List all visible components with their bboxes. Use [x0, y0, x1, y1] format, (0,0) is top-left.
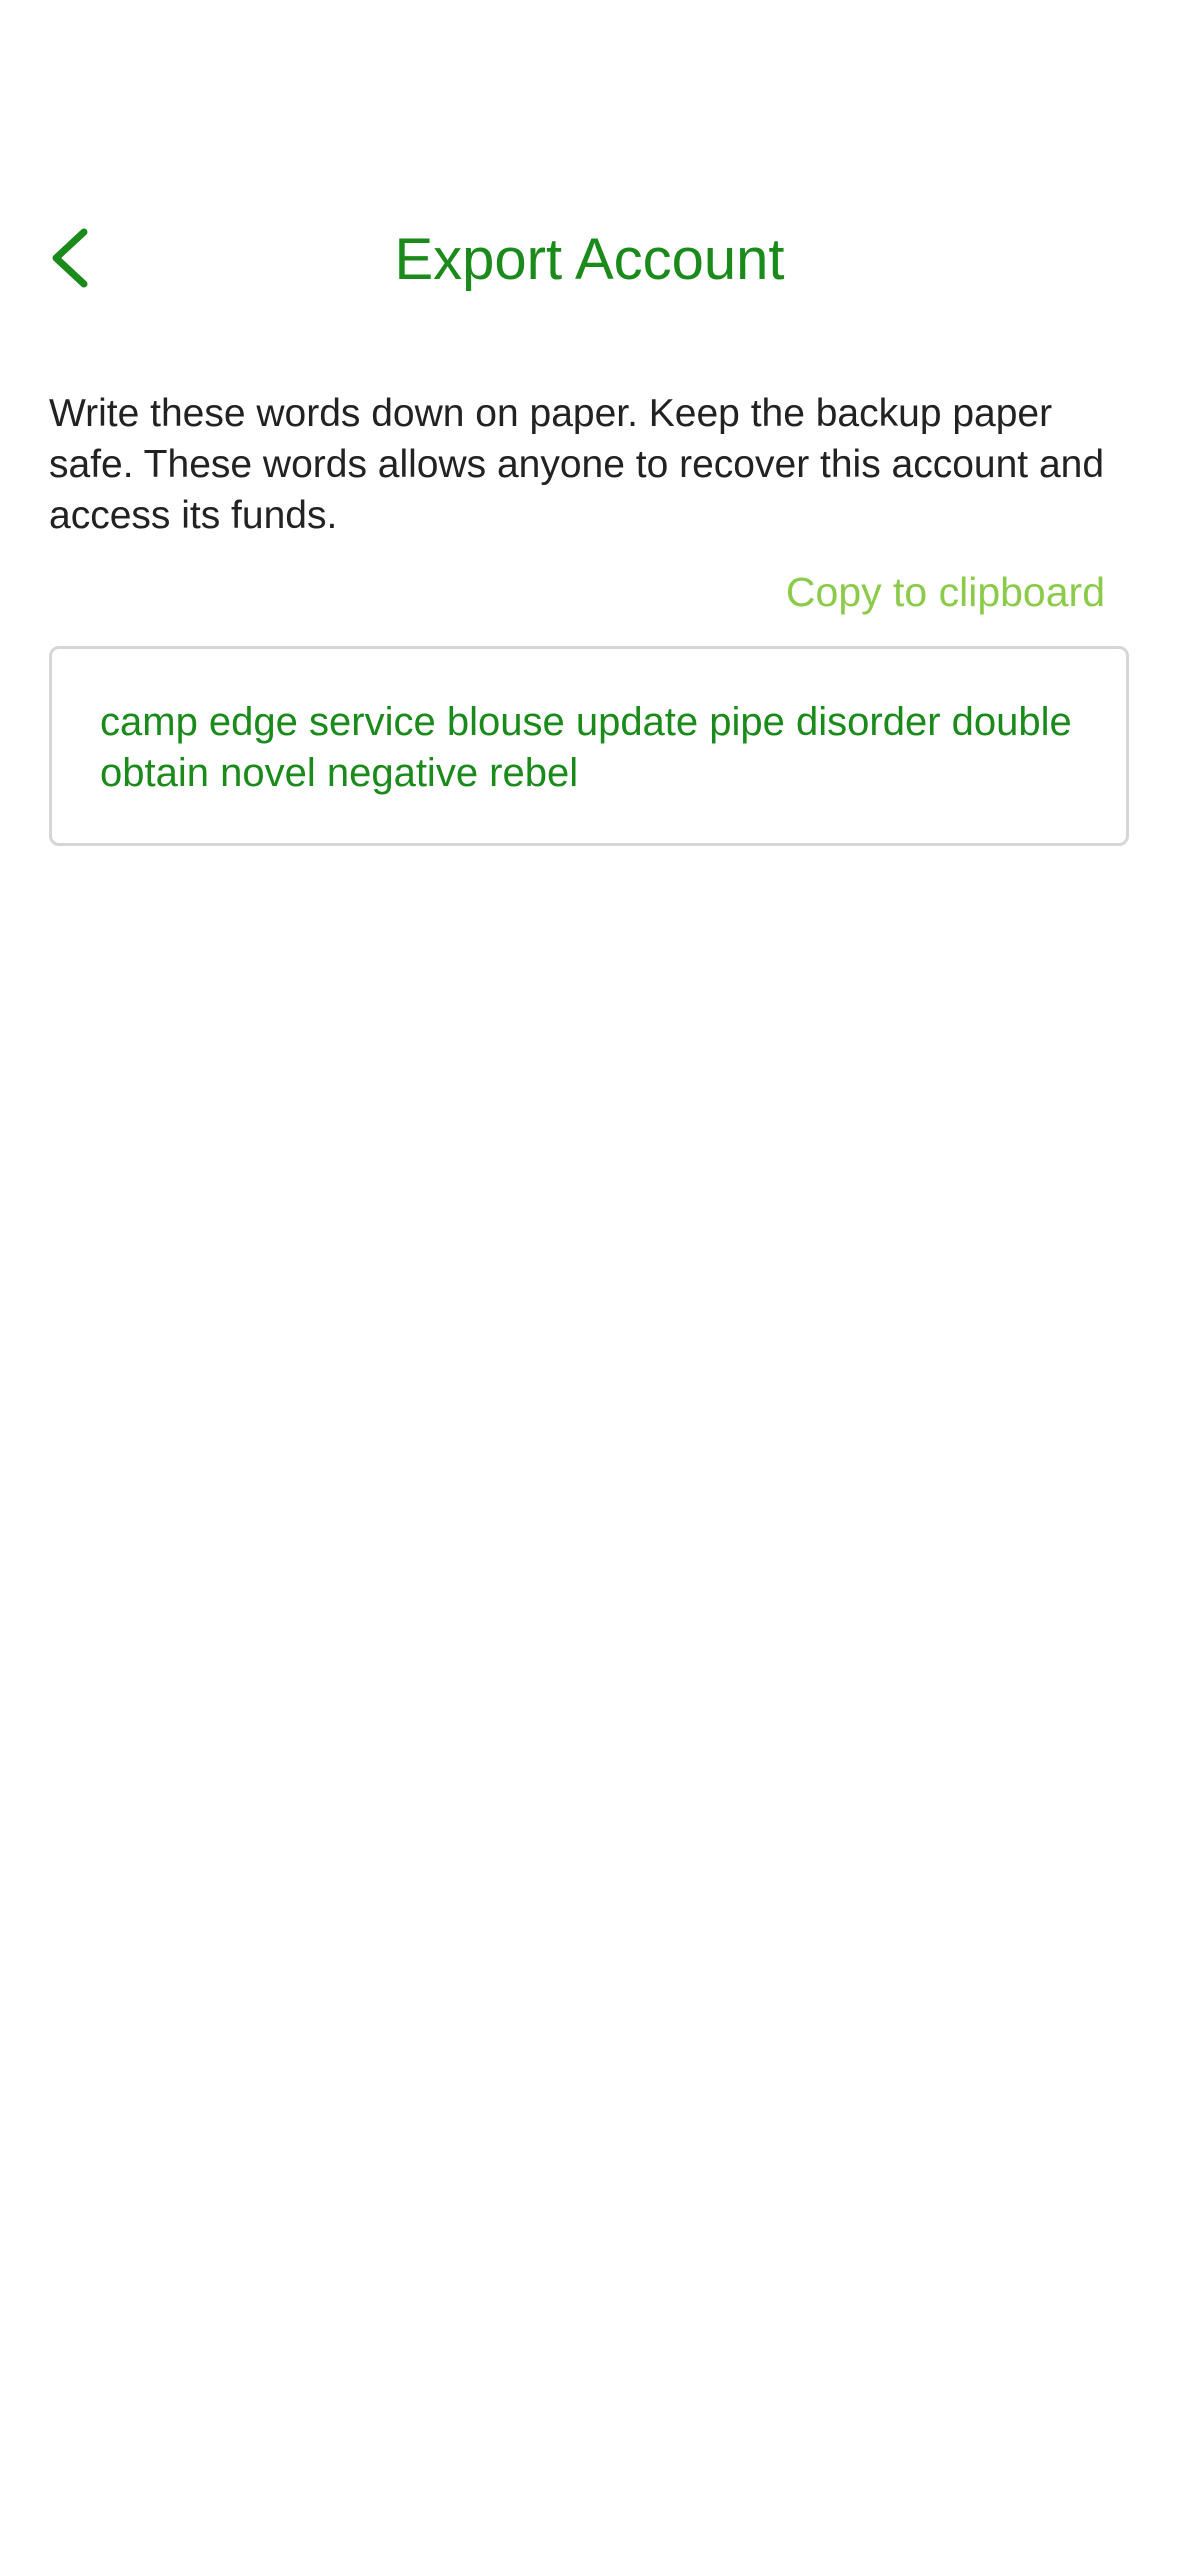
recovery-phrase-text: camp edge service blouse update pipe dis… [100, 700, 1072, 795]
backup-instructions: Write these words down on paper. Keep th… [49, 392, 1105, 537]
chevron-left-icon [48, 226, 92, 295]
page-title: Export Account [394, 227, 785, 292]
recovery-phrase-box: camp edge service blouse update pipe dis… [49, 646, 1129, 846]
copy-to-clipboard-button[interactable]: Copy to clipboard [786, 562, 1105, 622]
header-bar: Export Account [0, 200, 1179, 320]
back-button[interactable] [30, 220, 110, 300]
